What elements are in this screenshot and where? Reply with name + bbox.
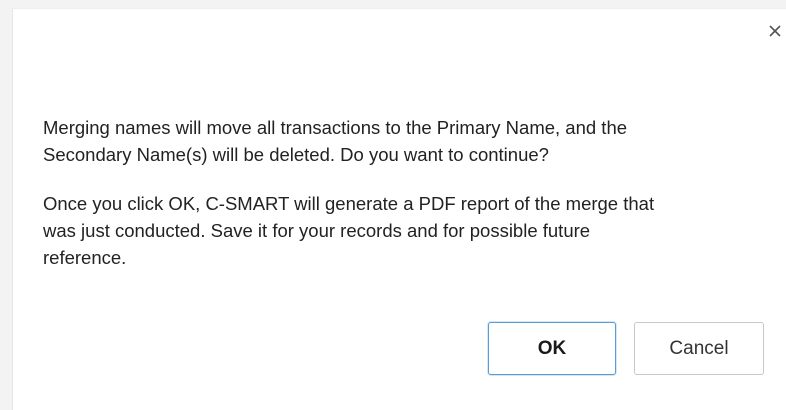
merge-warning-text: Merging names will move all transactions…: [43, 117, 628, 165]
merge-confirm-dialog: Merging names will move all transactions…: [12, 8, 786, 410]
pdf-report-text: Once you click OK, C-SMART will generate…: [43, 193, 655, 268]
cancel-button[interactable]: Cancel: [634, 322, 764, 375]
ok-button[interactable]: OK: [488, 322, 616, 375]
close-button[interactable]: [763, 19, 786, 43]
close-icon: [769, 25, 781, 37]
dialog-message-area: Merging names will move all transactions…: [43, 114, 753, 293]
